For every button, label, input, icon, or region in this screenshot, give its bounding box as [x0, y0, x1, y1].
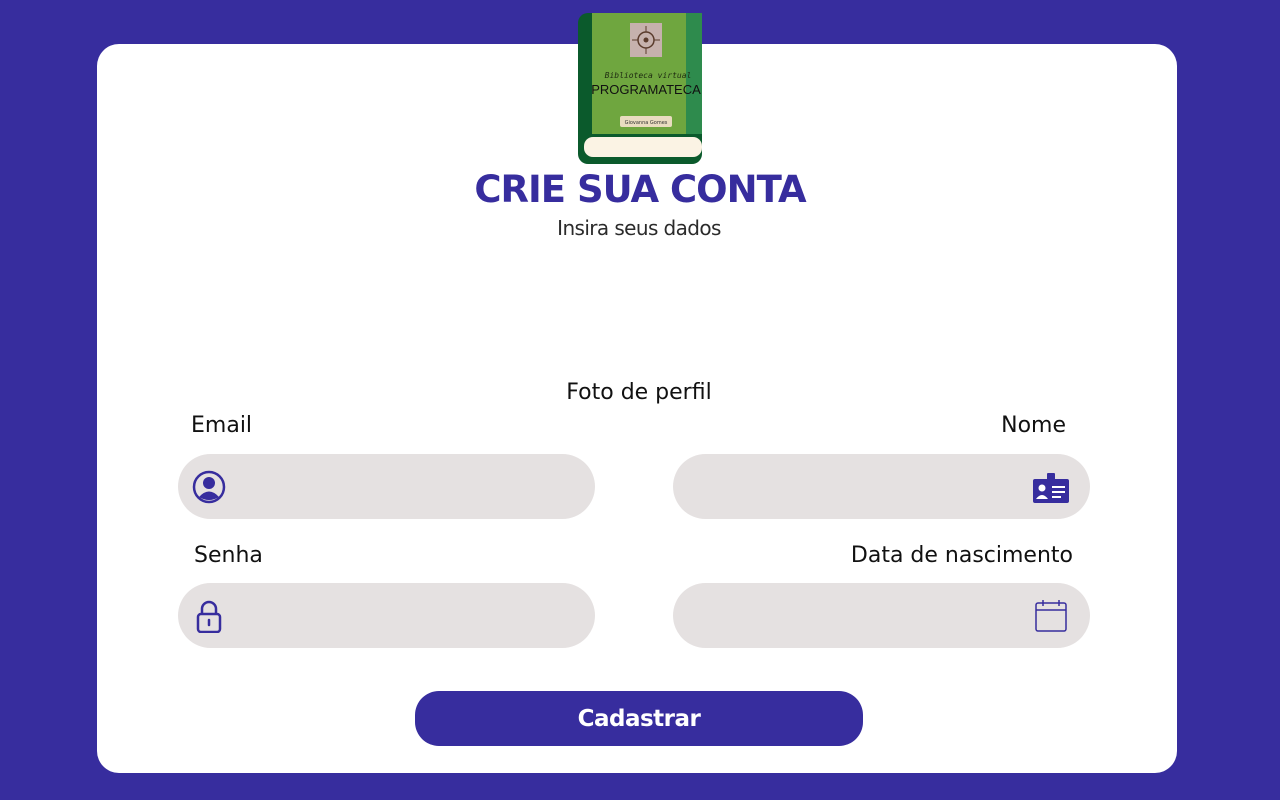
- page-subtitle: Insira seus dados: [557, 216, 721, 240]
- birthdate-field[interactable]: [673, 583, 1090, 648]
- logo-name-text: PROGRAMATECA: [591, 82, 701, 97]
- register-button[interactable]: Cadastrar: [415, 691, 863, 746]
- book-logo: Biblioteca virtual PROGRAMATECA Giovanna…: [578, 13, 702, 164]
- email-input[interactable]: [238, 454, 538, 519]
- birthdate-input[interactable]: [701, 583, 1001, 648]
- name-input[interactable]: [701, 454, 1001, 519]
- birthdate-label: Data de nascimento: [850, 543, 1073, 568]
- lock-icon: [196, 600, 222, 633]
- password-field[interactable]: [178, 583, 595, 648]
- profile-photo-label[interactable]: Foto de perfil: [0, 380, 1278, 405]
- password-label: Senha: [194, 543, 263, 568]
- password-input[interactable]: [238, 583, 538, 648]
- email-field[interactable]: [178, 454, 595, 519]
- id-card-icon: [1033, 473, 1069, 503]
- logo-title-text: Biblioteca virtual: [605, 71, 692, 80]
- page-title: CRIE SUA CONTA: [474, 168, 806, 211]
- calendar-icon: [1035, 600, 1067, 632]
- name-field[interactable]: [673, 454, 1090, 519]
- logo-author-text: Giovanna Gomes: [625, 120, 668, 126]
- name-label: Nome: [1001, 413, 1066, 438]
- email-label: Email: [191, 413, 253, 438]
- user-circle-icon: [192, 470, 226, 504]
